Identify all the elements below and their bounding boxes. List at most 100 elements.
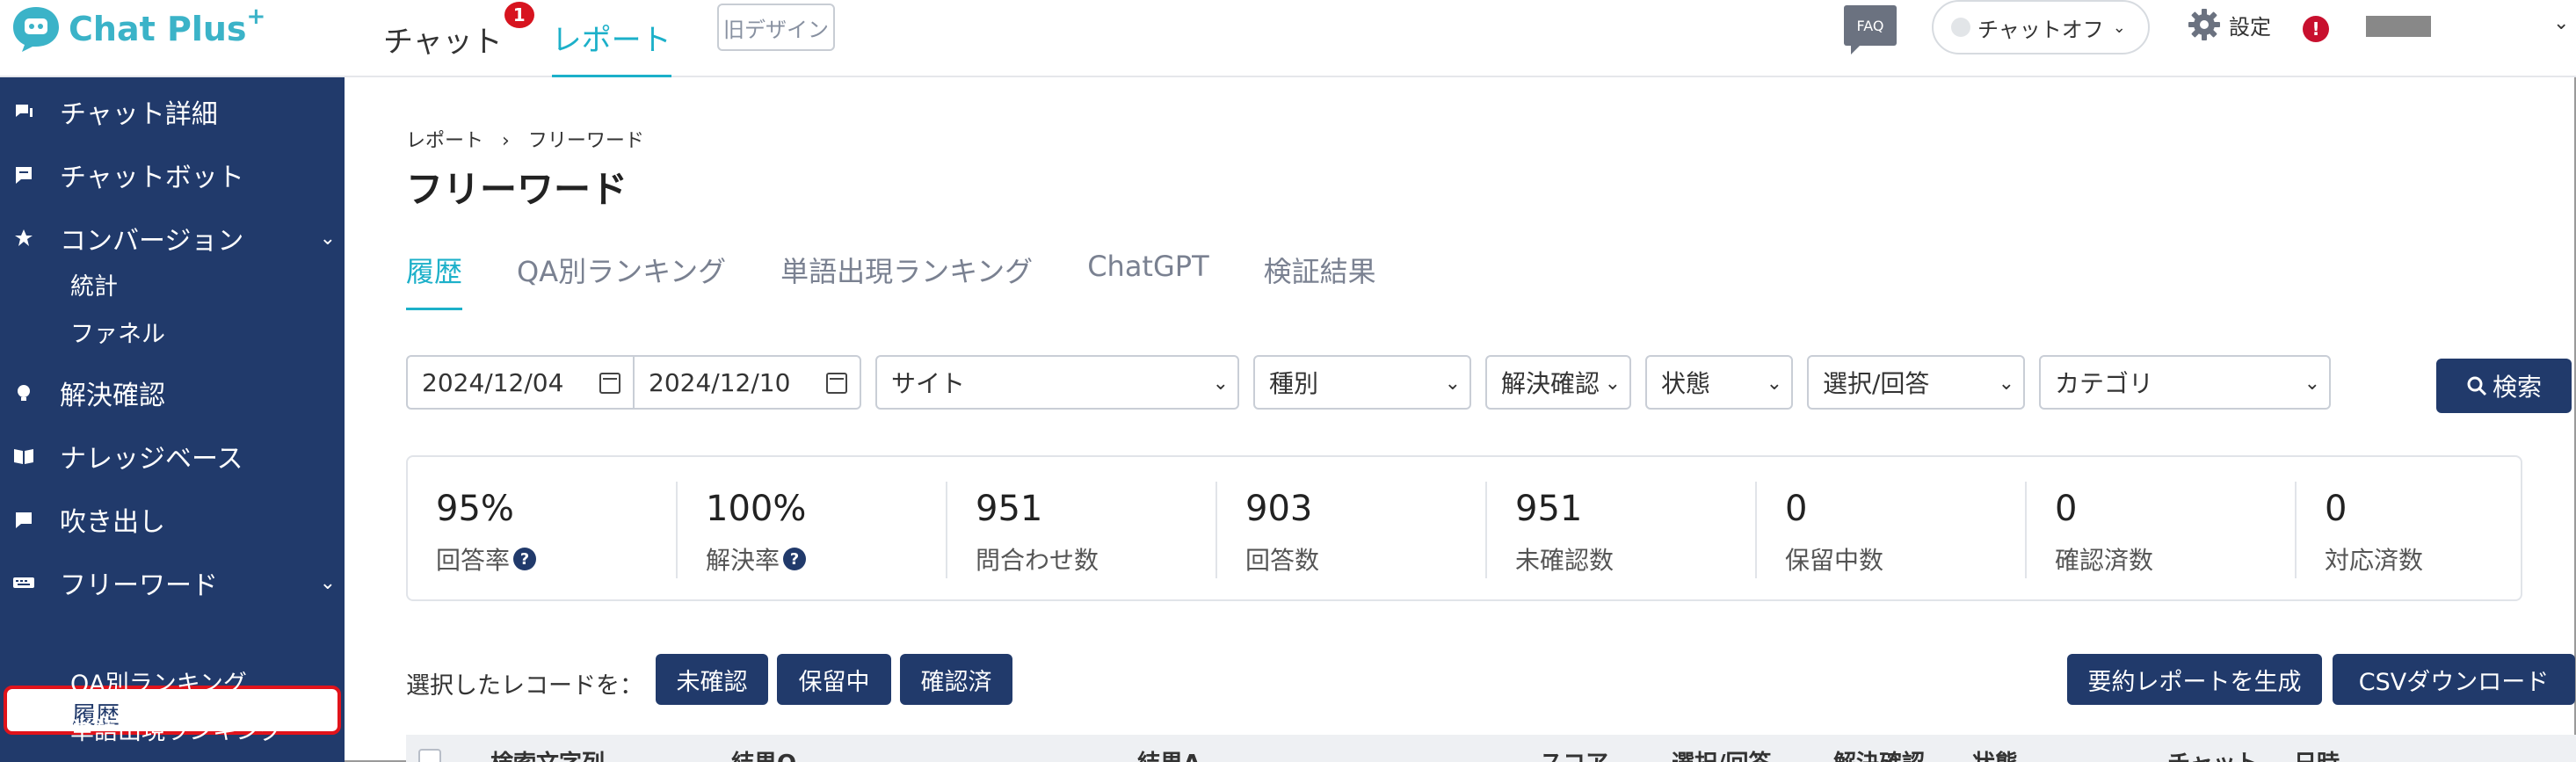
faq-icon[interactable]: FAQ xyxy=(1844,5,1897,54)
stat-label: 問合わせ数 xyxy=(976,546,1099,575)
stat-answer-rate: 95% 回答率 ? xyxy=(408,457,678,603)
chevron-down-icon: ⌄ xyxy=(319,227,336,250)
resolution-select[interactable]: 解決確認 ⌄ xyxy=(1485,355,1631,410)
select-all-checkbox[interactable] xyxy=(418,749,441,762)
stat-label: 回答率 xyxy=(436,546,511,575)
chevron-down-icon: ⌄ xyxy=(319,571,336,594)
stat-confirmed: 0 確認済数 xyxy=(2027,457,2297,603)
sidebar-item-conversion[interactable]: コンバージョン ⌄ xyxy=(0,218,345,258)
column-header-status[interactable]: 状態 xyxy=(1972,745,2018,762)
type-select[interactable]: 種別 ⌄ xyxy=(1253,355,1471,410)
sidebar-item-chat-detail[interactable]: チャット詳細 xyxy=(0,91,345,132)
stat-value: 100% xyxy=(706,489,807,529)
choice-select[interactable]: 選択/回答 ⌄ xyxy=(1807,355,2025,410)
top-nav: チャット 1 レポート xyxy=(383,0,721,77)
speech-bubble-icon xyxy=(12,508,35,531)
keyboard-icon xyxy=(12,571,35,594)
sidebar-item-label: チャットボット xyxy=(60,163,244,193)
date-to-field[interactable]: 2024/12/10 xyxy=(633,355,861,410)
sidebar-item-label: フリーワード xyxy=(60,570,218,601)
breadcrumb-separator: › xyxy=(502,130,510,152)
sidebar-item-speech-bubble[interactable]: 吹き出し xyxy=(0,499,345,540)
lightbulb-icon xyxy=(12,381,35,404)
logo-text: Chat Plus xyxy=(69,10,247,48)
status-select[interactable]: 状態 ⌄ xyxy=(1645,355,1793,410)
tab-history[interactable]: 履歴 xyxy=(406,250,463,310)
stats-panel: 95% 回答率 ? 100% 解決率 ? 951 問合わせ数 903 回答数 9… xyxy=(406,455,2522,601)
column-header-score[interactable]: スコア xyxy=(1540,745,1608,762)
sidebar-item-resolution[interactable]: 解決確認 xyxy=(0,373,345,413)
stat-value: 951 xyxy=(976,489,1043,529)
mark-confirmed-button[interactable]: 確認済 xyxy=(900,654,1012,705)
tab-word-ranking[interactable]: 単語出現ランキング xyxy=(780,250,1033,310)
bulk-actions: 選択したレコードを： 未確認 保留中 確認済 要約レポートを生成 CSVダウンロ… xyxy=(406,654,2576,705)
stat-handled: 0 対応済数 xyxy=(2297,457,2566,603)
chatbot-icon xyxy=(12,163,35,186)
notification-badge: 1 xyxy=(504,2,534,28)
sidebar-subitem-stats[interactable]: 統計 xyxy=(70,267,118,301)
user-menu-chevron-icon[interactable]: ⌄ xyxy=(2553,12,2569,34)
star-icon xyxy=(12,227,35,250)
type-select-value: 種別 xyxy=(1269,369,1319,398)
generate-summary-report-button[interactable]: 要約レポートを生成 xyxy=(2067,654,2322,705)
mark-pending-button[interactable]: 保留中 xyxy=(777,654,891,705)
mark-unconfirmed-button[interactable]: 未確認 xyxy=(656,654,768,705)
stat-value: 0 xyxy=(2055,489,2078,529)
date-from-value: 2024/12/04 xyxy=(422,367,564,397)
column-header-choice[interactable]: 選択/回答 xyxy=(1672,745,1772,762)
tab-chatgpt[interactable]: ChatGPT xyxy=(1087,250,1208,310)
column-header-result-q[interactable]: 結果Q xyxy=(731,745,796,762)
nav-chat[interactable]: チャット 1 xyxy=(383,0,534,77)
column-header-chat[interactable]: チャット xyxy=(2167,745,2259,762)
nav-report-label: レポート xyxy=(551,23,671,58)
tab-qa-ranking[interactable]: QA別ランキング xyxy=(517,250,726,310)
column-header-resolution[interactable]: 解決確認 xyxy=(1833,745,1925,762)
stat-label: 保留中数 xyxy=(1785,546,1884,575)
category-select[interactable]: カテゴリ ⌄ xyxy=(2039,355,2331,410)
stat-value: 0 xyxy=(2325,489,2347,529)
chat-status-dropdown[interactable]: チャットオフ ⌄ xyxy=(1932,0,2150,54)
date-from-field[interactable]: 2024/12/04 xyxy=(406,355,635,410)
csv-download-button[interactable]: CSVダウンロード xyxy=(2333,654,2575,705)
stat-answers: 903 回答数 xyxy=(1217,457,1487,603)
stat-resolution-rate: 100% 解決率 ? xyxy=(678,457,947,603)
column-header-result-a[interactable]: 結果A xyxy=(1137,745,1201,762)
choice-select-value: 選択/回答 xyxy=(1823,369,1930,398)
breadcrumb-report[interactable]: レポート xyxy=(406,130,483,152)
site-select-value: サイト xyxy=(891,369,966,398)
user-name-redacted[interactable] xyxy=(2366,16,2431,37)
nav-report[interactable]: レポート xyxy=(551,0,671,77)
stat-label: 解決率 xyxy=(706,546,780,575)
logo[interactable]: Chat Plus + xyxy=(11,4,266,53)
chat-plus-logo-icon xyxy=(13,7,59,52)
stat-label: 対応済数 xyxy=(2325,546,2424,575)
alert-icon[interactable]: ! xyxy=(2303,16,2329,42)
tab-bar: 履歴 QA別ランキング 単語出現ランキング ChatGPT 検証結果 xyxy=(406,250,1431,310)
sidebar-item-label: コンバージョン xyxy=(60,226,244,257)
chevron-down-icon: ⌄ xyxy=(1998,373,2014,395)
nav-chat-label: チャット xyxy=(383,24,503,60)
sidebar-subitem-funnel[interactable]: ファネル xyxy=(70,315,165,349)
sidebar-subitem-qa-ranking[interactable]: QA別ランキング xyxy=(70,664,247,699)
site-select[interactable]: サイト ⌄ xyxy=(875,355,1239,410)
help-icon[interactable]: ? xyxy=(513,548,537,570)
help-icon[interactable]: ? xyxy=(783,548,807,570)
column-header-search-string[interactable]: 検索文字列 xyxy=(490,745,605,762)
sidebar-item-label: 解決確認 xyxy=(60,381,165,411)
logo-plus: + xyxy=(246,4,266,30)
tab-verification[interactable]: 検証結果 xyxy=(1264,250,1376,310)
search-button[interactable]: 検索 xyxy=(2436,359,2572,413)
stat-label: 回答数 xyxy=(1245,546,1320,575)
table-header: 検索文字列 結果Q 結果A スコア 選択/回答 解決確認 状態 チャット 日時 xyxy=(406,735,2576,762)
column-header-datetime[interactable]: 日時 xyxy=(2294,745,2340,762)
sidebar-item-chatbot[interactable]: チャットボット xyxy=(0,155,345,195)
sidebar-subitem-word-ranking[interactable]: 単語出現ランキング xyxy=(70,712,283,746)
sidebar-item-freeword[interactable]: フリーワード ⌄ xyxy=(0,562,345,603)
old-design-button[interactable]: 旧デザイン xyxy=(717,4,835,51)
top-bar: Chat Plus + チャット 1 レポート 旧デザイン FAQ チャットオフ… xyxy=(0,0,2576,77)
breadcrumb-current: フリーワード xyxy=(527,130,644,152)
settings-button[interactable]: 設定 xyxy=(2187,7,2271,42)
sidebar-item-knowledge-base[interactable]: ナレッジベース xyxy=(0,436,345,476)
book-icon xyxy=(12,445,35,468)
sidebar-item-label: チャット詳細 xyxy=(60,99,218,130)
